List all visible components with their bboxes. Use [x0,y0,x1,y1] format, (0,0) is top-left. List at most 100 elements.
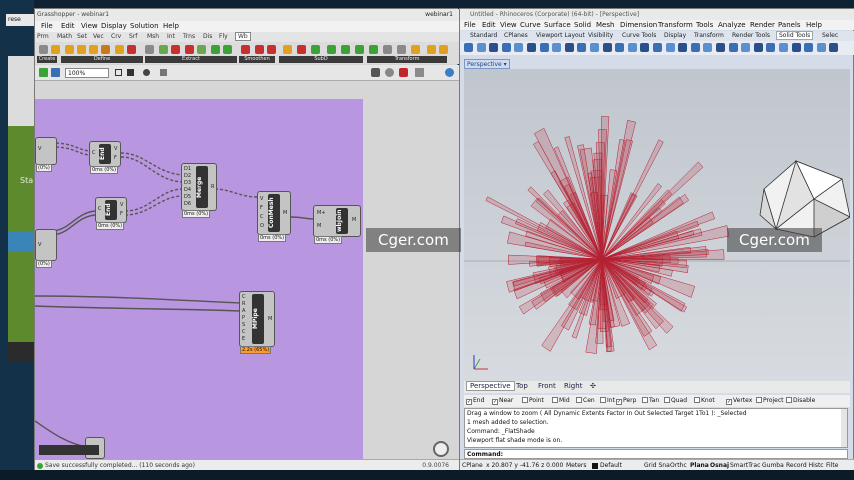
osnap-end[interactable]: ✓ End [466,397,484,405]
rhino-tool-icon[interactable] [829,43,839,52]
rhino-menu-solid[interactable]: Solid [574,21,591,29]
gh-tab-crv[interactable]: Crv [111,33,121,40]
status-osnap[interactable]: Osnaj [710,462,729,469]
rhino-tab-standard[interactable]: Standard [470,32,497,39]
status-ortho[interactable]: Orthc [670,462,687,469]
gh-save-icon[interactable] [51,68,60,77]
gh-ribbon-tool-icon[interactable] [311,45,320,54]
osnap-vertex[interactable]: ✓ Vertex [726,397,752,405]
rhino-tab-render-tools[interactable]: Render Tools [732,32,770,39]
gh-ribbon-tool-icon[interactable] [211,45,220,54]
status-grid-snap[interactable]: Grid Sna [644,462,670,469]
rhino-tab-selec[interactable]: Selec [822,32,838,39]
checkbox-icon[interactable] [786,397,792,403]
rhino-tool-icon[interactable] [514,43,524,52]
osnap-disable[interactable]: Disable [786,397,815,404]
rhino-menu-dimension[interactable]: Dimension [620,21,657,29]
gh-zoom-field[interactable]: 100% [65,68,109,78]
rhino-tool-icon[interactable] [590,43,599,52]
rhino-menu-view[interactable]: View [500,21,517,29]
rhino-tool-icon[interactable] [690,43,700,52]
history-scrollbar[interactable] [841,409,847,447]
rhino-menu-file[interactable]: File [464,21,476,29]
gh-node-conmesh[interactable]: V F C O ConMesh M 0ms (0%) [257,191,291,242]
gh-preview-eye-icon[interactable] [143,69,150,76]
gh-ribbon-tool-icon[interactable] [327,45,336,54]
rhino-tool-icon[interactable] [564,43,574,52]
osnap-project[interactable]: Project [756,397,784,404]
gh-ribbon-tool-icon[interactable] [283,45,292,54]
vp-tab-right[interactable]: Right [564,382,582,390]
rhino-tab-viewport-layout[interactable]: Viewport Layout [536,32,585,39]
rhino-menu-render[interactable]: Render [750,21,775,29]
rhino-tab-cplanes[interactable]: CPlanes [504,32,528,39]
gh-node-end[interactable]: C End V F 0ms (0%) [95,197,127,230]
rhino-tool-icon[interactable] [464,43,473,52]
gh-ribbon-tool-icon[interactable] [51,45,60,54]
rhino-tool-icon[interactable] [678,43,688,52]
rhino-menu-edit[interactable]: Edit [482,21,496,29]
checkbox-icon[interactable] [552,397,558,403]
gh-menu-display[interactable]: Display [101,22,127,30]
gh-ribbon-tool-icon[interactable] [127,45,136,54]
rhino-tool-icon[interactable] [577,43,587,52]
gh-ribbon-tool-icon[interactable] [159,45,168,54]
vp-tab-top[interactable]: Top [516,382,528,390]
rhino-menu-mesh[interactable]: Mesh [596,21,614,29]
gh-canvas[interactable]: V (0%) V (0%) C End V F 0ms (0%) C End V… [35,81,459,459]
checkbox-icon[interactable] [576,397,582,403]
osnap-quad[interactable]: Quad [664,397,687,404]
rhino-tool-icon[interactable] [627,43,637,52]
gh-ribbon-tool-icon[interactable] [101,45,110,54]
gh-menu-help[interactable]: Help [163,22,179,30]
gh-canvas-compass-icon[interactable] [433,441,449,457]
checkbox-icon[interactable] [600,397,606,403]
gh-ribbon-tool-icon[interactable] [89,45,98,54]
status-layer[interactable]: Default [600,462,622,469]
rhino-viewport-title[interactable]: Perspective ▾ [464,59,510,69]
gh-sketch-icon[interactable] [127,69,134,76]
status-record-history[interactable]: Record Histc [786,462,824,469]
gh-ribbon-tool-icon[interactable] [255,45,264,54]
osnap-knot[interactable]: Knot [694,397,715,404]
rhino-tool-icon[interactable] [816,43,826,52]
gh-stop-icon[interactable] [399,68,408,77]
gh-ribbon-tool-icon[interactable] [185,45,194,54]
gh-tab-int[interactable]: Int [167,33,175,40]
gh-menu-view[interactable]: View [81,22,98,30]
gh-menu-solution[interactable]: Solution [130,22,159,30]
gh-node-merge[interactable]: D1 D2 D3 D4 D5 D6 Merge R 0ms (0%) [181,163,217,218]
gh-ribbon-tool-icon[interactable] [267,45,276,54]
checkbox-icon[interactable] [694,397,700,403]
gh-open-icon[interactable] [39,68,48,77]
gh-menu-edit[interactable]: Edit [61,22,75,30]
osnap-mid[interactable]: Mid [552,397,570,404]
rhino-menu-surface[interactable]: Surface [544,21,571,29]
gh-ribbon-tool-icon[interactable] [197,45,206,54]
rhino-tool-icon[interactable] [615,43,625,52]
gh-ribbon-tool-icon[interactable] [439,45,448,54]
checkbox-icon[interactable] [642,397,648,403]
checkbox-icon[interactable] [756,397,762,403]
vp-tab-perspective[interactable]: Perspective [466,381,515,391]
gh-ribbon-tool-icon[interactable] [411,45,420,54]
rhino-menu-help[interactable]: Help [806,21,822,29]
vp-tab-front[interactable]: Front [538,382,556,390]
gh-ribbon-tool-icon[interactable] [369,45,378,54]
rhino-tool-icon[interactable] [602,43,612,52]
rhino-perspective-viewport[interactable] [464,69,850,381]
rhino-tool-icon[interactable] [703,43,713,52]
rhino-tool-icon[interactable] [476,43,486,52]
rhino-tool-icon[interactable] [728,43,738,52]
gh-title-bar[interactable]: Grasshopper - webinar1 webinar1 [35,9,459,21]
osnap-tan[interactable]: Tan [642,397,659,404]
status-filter[interactable]: Filte [826,462,838,469]
gh-node-end[interactable]: C End V F 0ms (0%) [89,141,121,174]
gh-ribbon-tool-icon[interactable] [427,45,436,54]
gh-ribbon-tool-icon[interactable] [77,45,86,54]
gh-bake-icon[interactable] [371,68,380,77]
osnap-near[interactable]: ✓ Near [492,397,513,405]
gh-zoom-extents-icon[interactable] [115,69,122,76]
gh-display-icon[interactable] [160,69,167,76]
rhino-tab-solid-tools[interactable]: Solid Tools [776,31,814,40]
